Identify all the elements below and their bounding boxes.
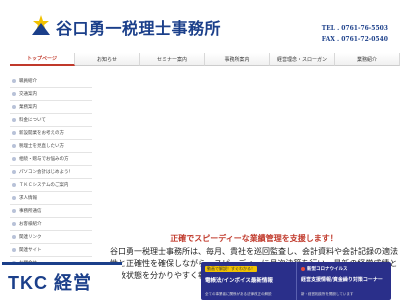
bullet-icon: [12, 92, 16, 96]
nav-philosophy[interactable]: 経営理念・スローガン: [270, 53, 335, 66]
popup-covid-title-text: 新型コロナウイルス: [307, 267, 348, 272]
popup-invoice-section[interactable]: 動画で解説！すぐわかる！ 電帳法/インボイス最新情報 全ての事業者に関係がある法…: [201, 262, 296, 300]
bullet-icon: [12, 235, 16, 239]
contact-info: TEL . 0761-76-5503 FAX . 0761-72-0540: [322, 23, 388, 45]
sidebar-item-label: ＴＫＣシステムのご案内: [19, 183, 69, 188]
sidebar-item-clients[interactable]: お客様紹介: [10, 218, 92, 231]
sidebar-item-tkc-system[interactable]: ＴＫＣシステムのご案内: [10, 179, 92, 192]
sidebar-item-label: 事務所通信: [19, 209, 42, 214]
nav-services[interactable]: 業務紹介: [335, 53, 400, 66]
sidebar-item-access[interactable]: 交通案内: [10, 88, 92, 101]
nav-seminar[interactable]: セミナー案内: [140, 53, 205, 66]
bullet-icon: [12, 170, 16, 174]
popup-covid-subtitle: 経営支援情報/資金繰り対策コーナー: [301, 277, 383, 283]
sidebar-item-startup[interactable]: 新設開業をお考えの方: [10, 127, 92, 140]
bullet-icon: [12, 196, 16, 200]
sidebar-item-recruit[interactable]: 求人情報: [10, 192, 92, 205]
sidebar-item-label: 相続・贈与でお悩みの方: [19, 157, 69, 162]
sidebar-item-label: お客様紹介: [19, 222, 42, 227]
sidebar-item-pc-accounting[interactable]: パソコン会計はじめよう！: [10, 166, 92, 179]
virus-icon: [301, 266, 305, 271]
bullet-icon: [12, 144, 16, 148]
popup-badge: 動画で解説！すぐわかる！: [205, 266, 257, 272]
nav-office[interactable]: 事務所案内: [205, 53, 270, 66]
sidebar-item-label: 料金について: [19, 118, 46, 123]
sidebar-item-fees[interactable]: 料金について: [10, 114, 92, 127]
bullet-icon: [12, 105, 16, 109]
bullet-icon: [12, 222, 16, 226]
bullet-icon: [12, 183, 16, 187]
nav-news[interactable]: お知らせ: [75, 53, 140, 66]
bullet-icon: [12, 79, 16, 83]
popup-covid-sub: 新・経営相談所を開設しています: [301, 292, 354, 296]
bullet-icon: [12, 131, 16, 135]
fax-number: FAX . 0761-72-0540: [321, 36, 388, 43]
main-nav: トップページ お知らせ セミナー案内 事務所案内 経営理念・スローガン 業務紹介: [10, 53, 400, 66]
site-header: 谷口勇一税理士事務所 TEL . 0761-76-5503 FAX . 0761…: [0, 0, 400, 50]
sidebar-item-review[interactable]: 税理士を見直したい方: [10, 140, 92, 153]
site-title[interactable]: 谷口勇一税理士事務所: [56, 15, 221, 39]
sidebar-item-label: 関連サイト: [19, 248, 42, 253]
tel-number: TEL . 0761-76-5503: [321, 25, 388, 32]
logo-icon: [32, 15, 50, 35]
popup-covid-title: 新型コロナウイルス: [301, 266, 348, 272]
sidebar-item-label: 税理士を見直したい方: [19, 144, 64, 149]
sidebar-item-label: 職員紹介: [19, 79, 37, 84]
sidebar-item-newsletter[interactable]: 事務所通信: [10, 205, 92, 218]
sidebar-item-label: 業務案内: [19, 105, 37, 110]
sidebar-item-label: パソコン会計はじめよう！: [19, 170, 73, 175]
info-popup[interactable]: 動画で解説！すぐわかる！ 電帳法/インボイス最新情報 全ての事業者に関係がある法…: [201, 262, 391, 300]
tkc-logo: TKC 経営: [8, 273, 92, 293]
sidebar-item-related-sites[interactable]: 関連サイト: [10, 244, 92, 257]
sidebar-item-label: 交通案内: [19, 92, 37, 97]
sidebar-item-label: 関連リンク: [19, 235, 42, 240]
main-banner-area: [110, 75, 398, 225]
tkc-banner[interactable]: TKC 経営: [2, 262, 122, 303]
bullet-icon: [12, 157, 16, 161]
bullet-icon: [12, 118, 16, 122]
bullet-icon: [12, 248, 16, 252]
bullet-icon: [12, 209, 16, 213]
sidebar-item-inheritance[interactable]: 相続・贈与でお悩みの方: [10, 153, 92, 166]
popup-invoice-title: 電帳法/インボイス最新情報: [205, 278, 273, 284]
popup-invoice-sub: 全ての事業者に関係がある法律改正の解説: [205, 292, 272, 296]
sidebar-item-services[interactable]: 業務案内: [10, 101, 92, 114]
popup-covid-section[interactable]: 新型コロナウイルス 経営支援情報/資金繰り対策コーナー 新・経営相談所を開設して…: [296, 262, 392, 300]
sidebar-item-label: 求人情報: [19, 196, 37, 201]
sidebar-item-label: 新設開業をお考えの方: [19, 131, 64, 136]
sidebar-item-staff[interactable]: 職員紹介: [10, 75, 92, 88]
main-headline: 正確でスピーディーな業績管理を支援します！: [170, 234, 338, 243]
nav-top[interactable]: トップページ: [10, 53, 75, 66]
sidebar-item-links[interactable]: 関連リンク: [10, 231, 92, 244]
